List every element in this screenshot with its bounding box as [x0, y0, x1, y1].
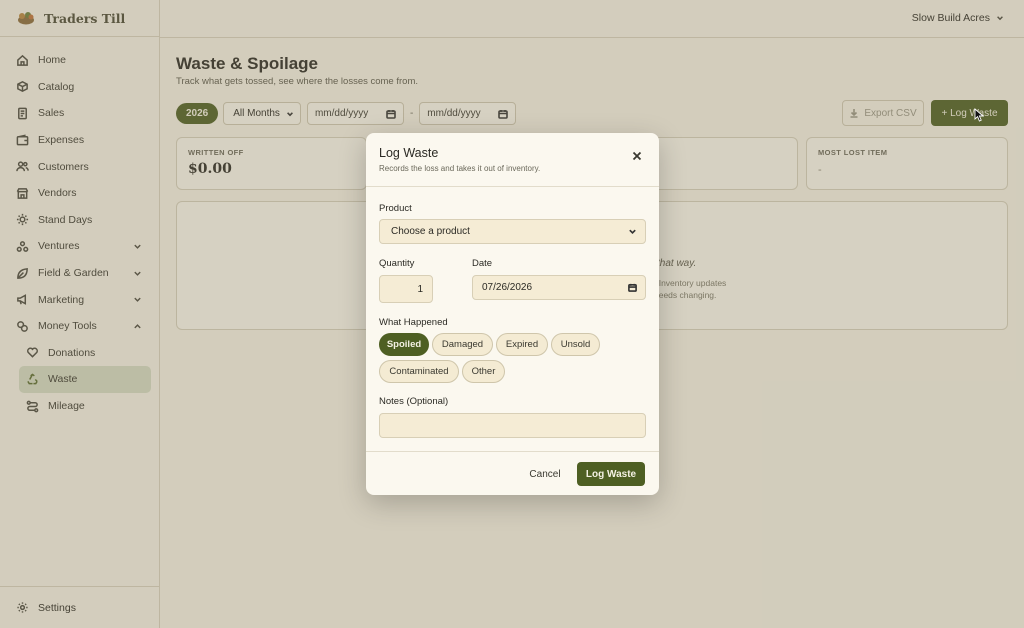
- dialog-subtitle: Records the loss and takes it out of inv…: [379, 164, 541, 173]
- quantity-label: Quantity: [379, 258, 415, 269]
- product-select[interactable]: Choose a product: [379, 219, 646, 244]
- close-button[interactable]: [632, 148, 642, 161]
- mouse-cursor-icon: [974, 108, 984, 122]
- reason-chip-contaminated[interactable]: Contaminated: [379, 360, 459, 383]
- cancel-button[interactable]: Cancel: [527, 462, 563, 486]
- quantity-input[interactable]: 1: [379, 275, 433, 303]
- reason-chip-damaged[interactable]: Damaged: [432, 333, 493, 356]
- notes-input[interactable]: [379, 413, 646, 438]
- submit-log-waste-button[interactable]: Log Waste: [577, 462, 645, 486]
- reason-label: What Happened: [379, 317, 448, 328]
- product-select-value: Choose a product: [391, 226, 470, 237]
- calendar-icon: [628, 283, 637, 292]
- dialog-header: Log Waste Records the loss and takes it …: [366, 133, 659, 187]
- log-waste-dialog: Log Waste Records the loss and takes it …: [366, 133, 659, 495]
- date-value: 07/26/2026: [482, 282, 533, 293]
- reason-chip-spoiled[interactable]: Spoiled: [379, 333, 429, 356]
- date-input[interactable]: 07/26/2026: [472, 275, 646, 300]
- reason-chip-unsold[interactable]: Unsold: [551, 333, 600, 356]
- reason-chip-other[interactable]: Other: [462, 360, 505, 383]
- date-label: Date: [472, 258, 493, 269]
- dialog-footer: Cancel Log Waste: [366, 451, 659, 495]
- reason-chip-expired[interactable]: Expired: [496, 333, 548, 356]
- quantity-value: 1: [417, 283, 423, 295]
- notes-label: Notes (Optional): [379, 396, 449, 407]
- close-icon: [632, 151, 642, 161]
- dialog-title: Log Waste: [379, 146, 439, 160]
- product-label: Product: [379, 203, 412, 214]
- chevron-down-icon: [629, 229, 636, 234]
